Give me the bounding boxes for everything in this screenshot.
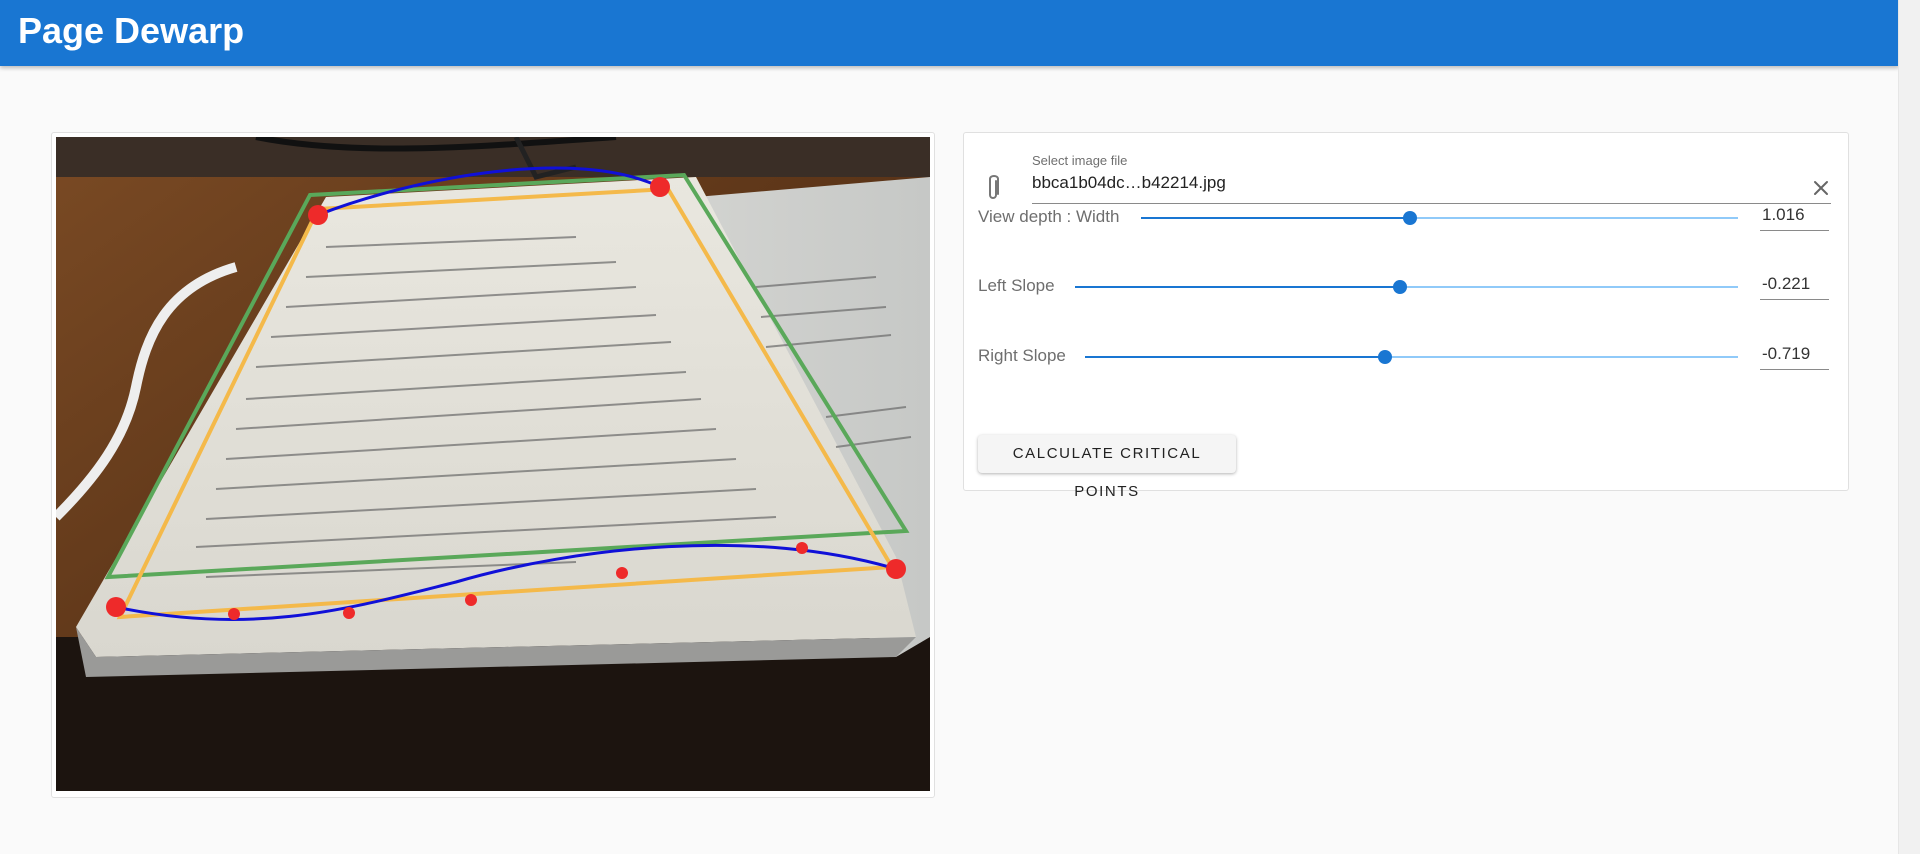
slider-label: View depth : Width bbox=[978, 207, 1120, 226]
slider-label: Left Slope bbox=[978, 276, 1055, 295]
file-name[interactable]: bbca1b04dc…b42214.jpg bbox=[1032, 173, 1226, 193]
corner-point[interactable] bbox=[106, 597, 126, 617]
curve-point[interactable] bbox=[228, 608, 240, 620]
slider-track[interactable] bbox=[1075, 280, 1738, 294]
slider-track[interactable] bbox=[1085, 350, 1738, 364]
corner-point[interactable] bbox=[308, 205, 328, 225]
curve-point[interactable] bbox=[616, 567, 628, 579]
app-title: Page Dewarp bbox=[18, 10, 245, 51]
slider-thumb[interactable] bbox=[1402, 211, 1417, 225]
slider-label: Right Slope bbox=[978, 346, 1066, 365]
slider-value-input[interactable]: 1.016 bbox=[1760, 201, 1829, 231]
curve-point[interactable] bbox=[465, 594, 477, 606]
slider-thumb[interactable] bbox=[1378, 350, 1393, 364]
corner-point[interactable] bbox=[886, 559, 906, 579]
curve-point[interactable] bbox=[796, 542, 808, 554]
slider-track[interactable] bbox=[1141, 211, 1738, 225]
slider-row-right-slope: Right Slope -0.719 bbox=[978, 332, 1833, 382]
corner-point[interactable] bbox=[650, 177, 670, 197]
curve-point[interactable] bbox=[343, 607, 355, 619]
slider-row-left-slope: Left Slope -0.221 bbox=[978, 262, 1833, 312]
vertical-scrollbar[interactable] bbox=[1898, 0, 1920, 854]
controls-card: Select image file bbca1b04dc…b42214.jpg … bbox=[963, 132, 1849, 500]
slider-row-view-depth: View depth : Width 1.016 bbox=[978, 193, 1833, 243]
slider-fill bbox=[1085, 356, 1386, 358]
page-photo[interactable] bbox=[56, 137, 930, 791]
file-input-label: Select image file bbox=[1032, 153, 1128, 168]
slider-thumb[interactable] bbox=[1392, 280, 1407, 294]
app-bar: Page Dewarp bbox=[0, 0, 1899, 66]
slider-value-input[interactable]: -0.221 bbox=[1760, 270, 1829, 300]
slider-value-input[interactable]: -0.719 bbox=[1760, 340, 1829, 370]
slider-fill bbox=[1141, 217, 1410, 219]
slider-fill bbox=[1075, 286, 1400, 288]
calculate-critical-points-button[interactable]: CALCULATE CRITICAL POINTS bbox=[978, 435, 1236, 500]
